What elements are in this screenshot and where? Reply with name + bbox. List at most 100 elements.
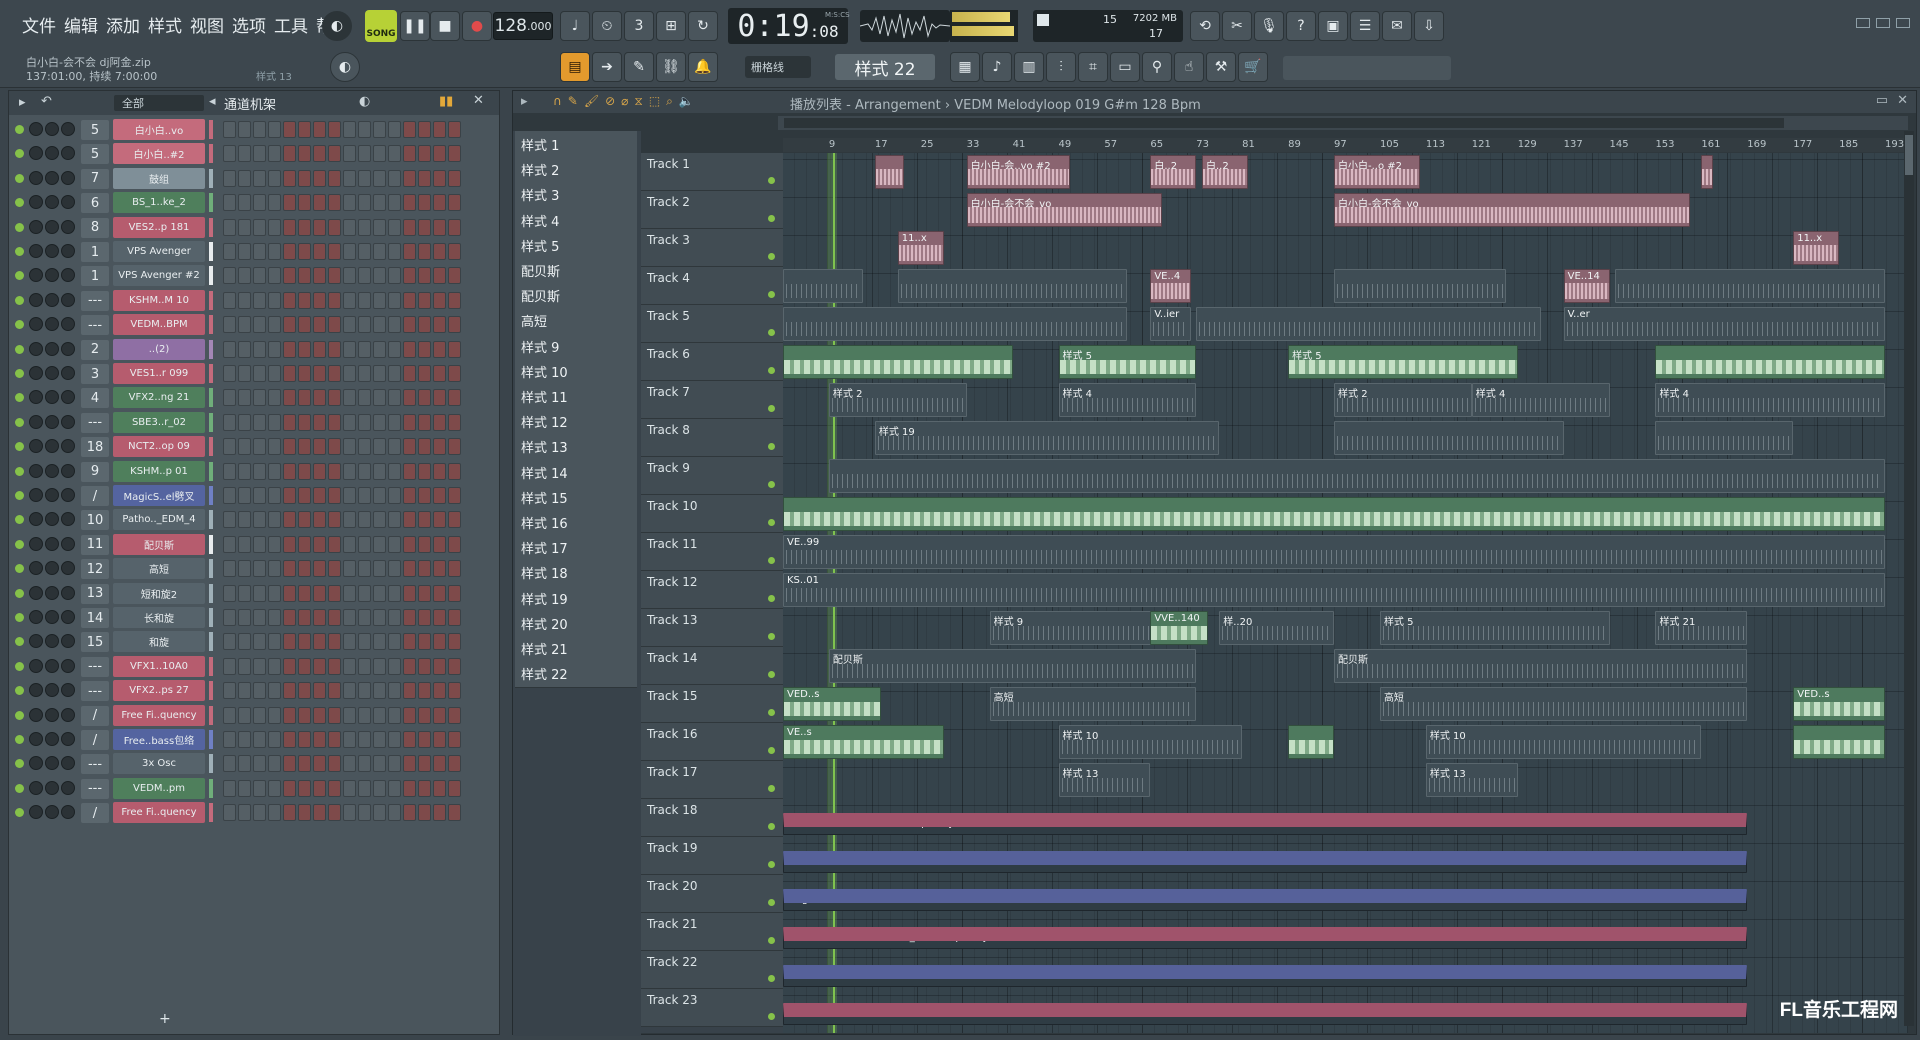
channel-led[interactable] <box>15 808 24 818</box>
piano-roll-icon[interactable]: ♪ <box>982 52 1012 82</box>
step-button[interactable] <box>238 462 251 480</box>
step-button[interactable] <box>343 779 356 797</box>
step-button[interactable] <box>253 389 266 407</box>
mixer-track-number[interactable]: 5 <box>81 144 109 165</box>
step-button[interactable] <box>343 267 356 285</box>
track-header[interactable]: Track 22 <box>641 951 783 989</box>
slice-icon[interactable]: ⧖ <box>634 94 642 109</box>
track-header[interactable]: Track 9 <box>641 457 783 495</box>
rack-close-icon[interactable]: ✕ <box>473 93 484 108</box>
step-button[interactable] <box>448 194 461 212</box>
step-button[interactable] <box>253 487 266 504</box>
pattern-clip[interactable]: KS..01 <box>783 573 1886 607</box>
volume-knob[interactable] <box>45 658 59 673</box>
step-button[interactable] <box>313 584 326 602</box>
download-icon[interactable]: ⇩ <box>1414 11 1444 41</box>
channel-led[interactable] <box>15 466 24 476</box>
step-button[interactable] <box>283 365 296 382</box>
step-button[interactable] <box>223 218 236 236</box>
pattern-clip[interactable]: 样式 4 <box>1471 383 1610 417</box>
step-button[interactable] <box>343 584 356 602</box>
pan-knob[interactable] <box>29 561 43 576</box>
channel-name-button[interactable]: Patho.._EDM_4 <box>113 509 205 531</box>
mixer-track-number[interactable]: 7 <box>81 168 109 189</box>
step-button[interactable] <box>343 340 356 358</box>
step-button[interactable] <box>373 706 386 724</box>
step-button[interactable] <box>448 413 461 431</box>
step-button[interactable] <box>268 243 281 260</box>
volume-knob[interactable] <box>45 341 59 356</box>
track-header[interactable]: Track 19 <box>641 837 783 875</box>
pan-knob[interactable] <box>29 366 43 380</box>
step-button[interactable] <box>253 194 266 212</box>
step-button[interactable] <box>268 169 281 187</box>
step-button[interactable] <box>313 779 326 797</box>
step-button[interactable] <box>283 657 296 675</box>
channel-row[interactable]: --- SBE3..r_02 <box>9 409 499 435</box>
loop-record-icon[interactable]: ↻ <box>688 11 718 41</box>
step-button[interactable] <box>358 267 371 285</box>
step-button[interactable] <box>283 267 296 285</box>
step-button[interactable] <box>328 340 341 358</box>
step-button[interactable] <box>328 609 341 626</box>
step-button[interactable] <box>283 389 296 407</box>
pattern-clip[interactable]: VVE..140 <box>1150 611 1208 645</box>
menu-item[interactable]: 添加 <box>106 12 140 37</box>
volume-knob[interactable] <box>45 317 59 332</box>
step-button[interactable] <box>448 243 461 260</box>
step-button[interactable] <box>283 194 296 212</box>
channel-name-button[interactable]: Free..bass包络 <box>113 729 205 750</box>
pitch-knob[interactable] <box>61 317 75 332</box>
playlist-vertical-scrollbar[interactable] <box>1904 131 1914 1026</box>
step-button[interactable] <box>388 560 401 578</box>
pattern-clip[interactable]: 样式 19 <box>874 421 1220 455</box>
step-button[interactable] <box>253 218 266 236</box>
step-button[interactable] <box>253 365 266 382</box>
graph-icon[interactable]: ▮▮ <box>439 94 453 109</box>
step-button[interactable] <box>418 194 431 212</box>
pattern-clip[interactable]: VE..99 <box>783 535 1886 569</box>
pitch-knob[interactable] <box>61 292 75 307</box>
step-button[interactable] <box>448 804 461 822</box>
step-button[interactable] <box>343 121 356 138</box>
channel-led[interactable] <box>15 686 24 696</box>
help-icon[interactable]: ? <box>1286 11 1316 41</box>
channel-name-button[interactable]: 配贝斯 <box>113 533 205 555</box>
step-button[interactable] <box>343 657 356 675</box>
automation-clip[interactable]: Free Filter - 白小白-会不会_vo - Frequency <box>783 927 1748 949</box>
wait-input-icon[interactable]: ⏲ <box>592 11 622 41</box>
pattern-clip[interactable]: 样..20 <box>1219 611 1334 645</box>
step-button[interactable] <box>358 413 371 431</box>
pattern-clip[interactable] <box>1334 421 1564 455</box>
step-button[interactable] <box>283 584 296 602</box>
step-button[interactable] <box>403 169 416 187</box>
step-button[interactable] <box>238 560 251 578</box>
step-button[interactable] <box>298 194 311 212</box>
project-icon[interactable]: ▭ <box>1110 52 1140 82</box>
pattern-clip[interactable]: 白小白-..o #2 <box>1334 155 1421 189</box>
channel-led[interactable] <box>15 491 24 500</box>
channel-select-strip[interactable] <box>209 144 213 164</box>
pan-knob[interactable] <box>29 414 43 429</box>
step-button[interactable] <box>358 218 371 236</box>
pattern-clip[interactable]: 配贝斯 <box>1334 649 1748 683</box>
step-button[interactable] <box>328 804 341 822</box>
pattern-clip[interactable] <box>1793 725 1886 759</box>
pan-knob[interactable] <box>29 170 43 185</box>
track-mute-led[interactable] <box>768 177 775 184</box>
pan-knob[interactable] <box>29 219 43 234</box>
step-button[interactable] <box>433 706 446 724</box>
channel-row[interactable]: 15 和旋 <box>9 628 499 654</box>
mixer-track-number[interactable]: 6 <box>81 193 109 214</box>
step-button[interactable] <box>313 413 326 431</box>
step-button[interactable] <box>388 194 401 212</box>
step-button[interactable] <box>283 511 296 529</box>
step-button[interactable] <box>268 779 281 797</box>
channel-select-strip[interactable] <box>209 583 213 603</box>
channel-name-button[interactable]: BS_1..ke_2 <box>113 192 205 214</box>
step-button[interactable] <box>433 779 446 797</box>
pattern-clip[interactable] <box>1655 345 1886 379</box>
volume-knob[interactable] <box>45 488 59 502</box>
step-button[interactable] <box>373 560 386 578</box>
step-button[interactable] <box>298 682 311 700</box>
